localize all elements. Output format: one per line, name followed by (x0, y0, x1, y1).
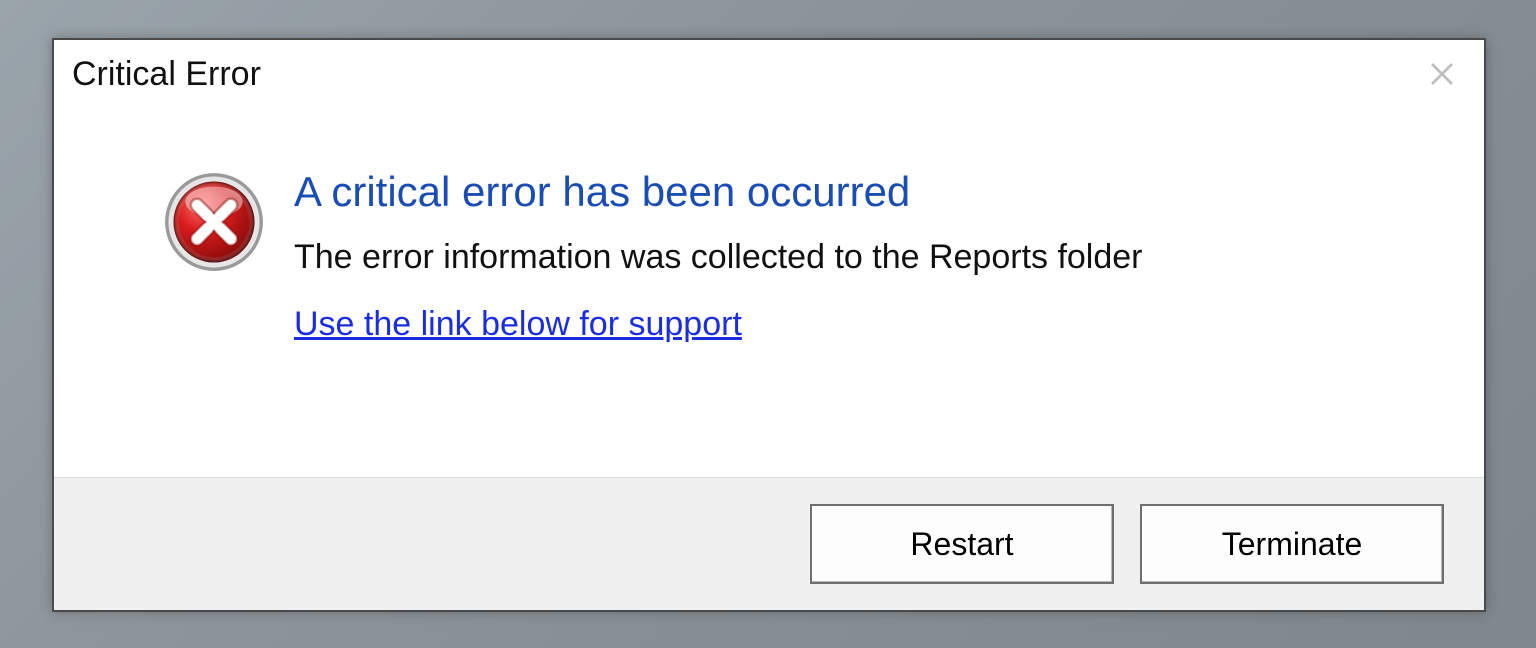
error-headline: A critical error has been occurred (294, 168, 1444, 216)
close-button[interactable] (1418, 50, 1466, 98)
error-icon (160, 168, 268, 276)
restart-button[interactable]: Restart (810, 504, 1114, 584)
terminate-button[interactable]: Terminate (1140, 504, 1444, 584)
dialog-footer: Restart Terminate (54, 477, 1484, 610)
dialog-content: A critical error has been occurred The e… (54, 98, 1484, 477)
support-link[interactable]: Use the link below for support (294, 305, 742, 343)
error-subtext: The error information was collected to t… (294, 238, 1444, 277)
close-icon (1427, 59, 1457, 89)
titlebar: Critical Error (54, 40, 1484, 98)
error-dialog: Critical Error (52, 38, 1486, 612)
icon-column (144, 168, 284, 437)
text-column: A critical error has been occurred The e… (284, 168, 1444, 437)
dialog-title: Critical Error (72, 55, 261, 94)
desktop-background: Critical Error (0, 0, 1536, 648)
